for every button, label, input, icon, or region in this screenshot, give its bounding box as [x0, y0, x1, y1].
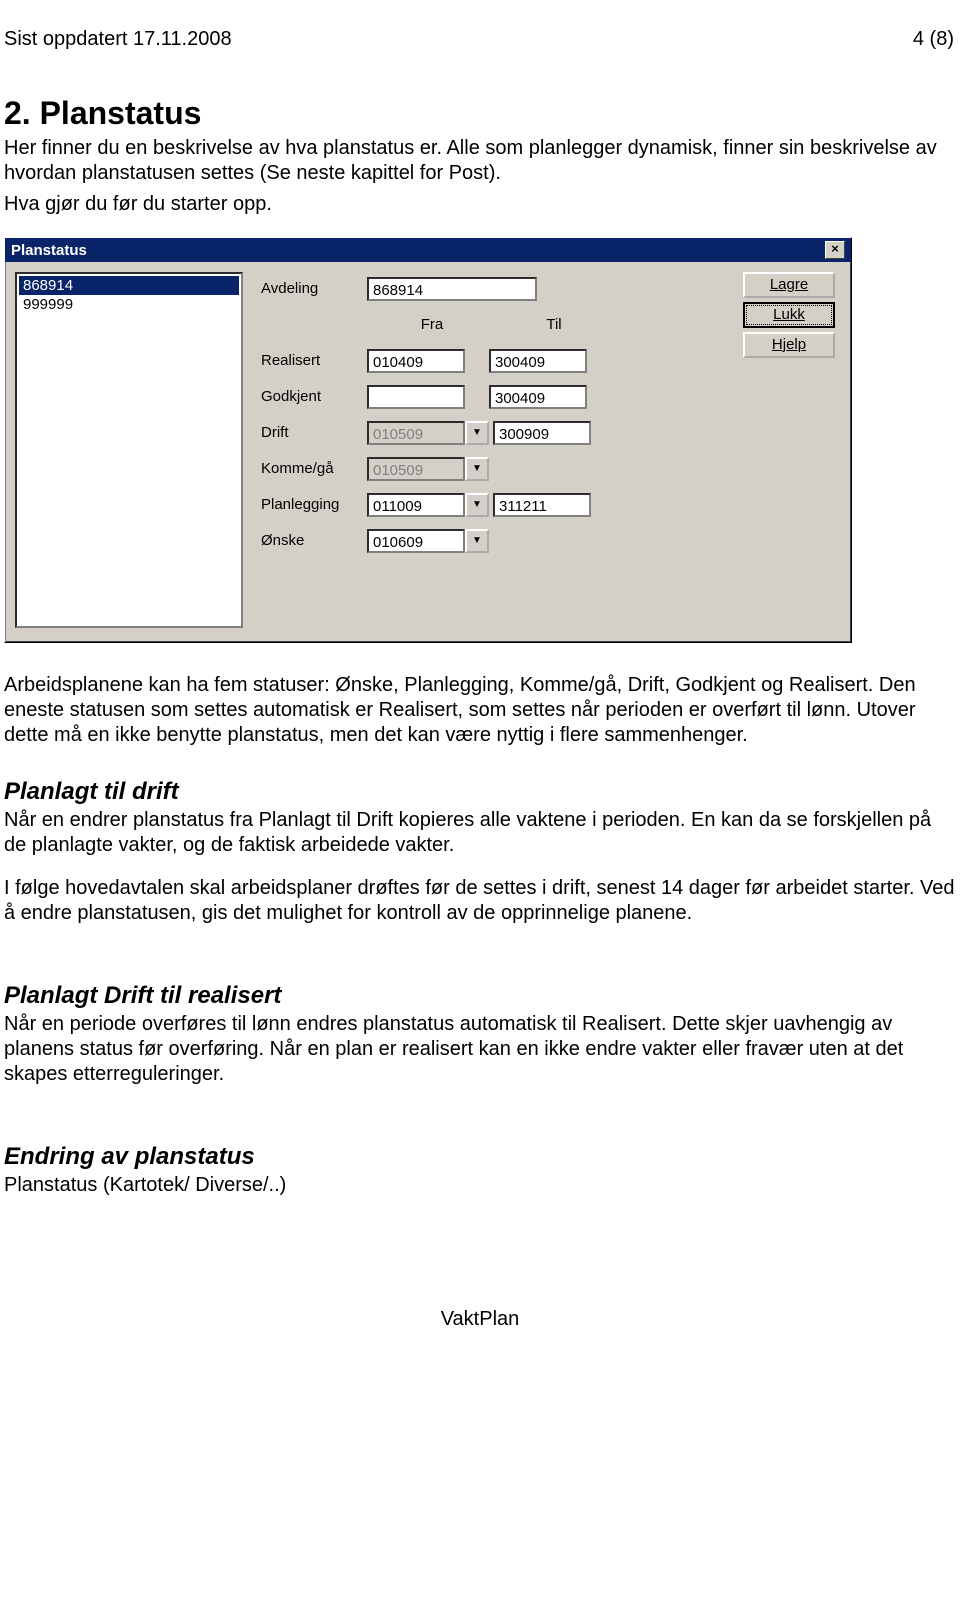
input-onske-fra[interactable]: 010609: [367, 529, 465, 553]
drift-p2: I følge hovedavtalen skal arbeidsplaner …: [4, 876, 956, 926]
input-avdeling[interactable]: 868914: [367, 277, 537, 301]
label-avdeling: Avdeling: [261, 280, 367, 297]
planstatus-dialog-image: Planstatus × 868914 999999 Lagre Lukk Hj…: [4, 237, 852, 643]
input-godkjent-fra[interactable]: [367, 385, 465, 409]
dialog-title-text: Planstatus: [11, 242, 87, 259]
chevron-down-icon[interactable]: ▼: [465, 529, 489, 553]
heading-planlagt-realisert: Planlagt Drift til realisert: [4, 982, 956, 1010]
close-button[interactable]: Lukk: [743, 302, 835, 328]
label-onske: Ønske: [261, 532, 367, 549]
input-realisert-til[interactable]: 300409: [489, 349, 587, 373]
input-drift-til[interactable]: 300909: [493, 421, 591, 445]
section-p2: Hva gjør du før du starter opp.: [4, 192, 956, 217]
input-kommega-fra: 010509: [367, 457, 465, 481]
chevron-down-icon[interactable]: ▼: [465, 421, 489, 445]
label-godkjent: Godkjent: [261, 388, 367, 405]
col-til: Til: [493, 316, 615, 333]
close-icon[interactable]: ×: [825, 241, 845, 259]
form-area: Lagre Lukk Hjelp Avdeling 868914 Fra Til: [261, 272, 841, 628]
planstatus-dialog: Planstatus × 868914 999999 Lagre Lukk Hj…: [4, 237, 852, 643]
help-button[interactable]: Hjelp: [743, 332, 835, 358]
avdeling-listbox[interactable]: 868914 999999: [15, 272, 243, 628]
input-godkjent-til[interactable]: 300409: [489, 385, 587, 409]
list-item[interactable]: 868914: [19, 276, 239, 295]
label-drift: Drift: [261, 424, 367, 441]
header-right: 4 (8): [913, 28, 954, 51]
heading-endring: Endring av planstatus: [4, 1143, 956, 1171]
real-p1: Når en periode overføres til lønn endres…: [4, 1012, 956, 1087]
header-left: Sist oppdatert 17.11.2008: [4, 28, 232, 51]
chevron-down-icon[interactable]: ▼: [465, 457, 489, 481]
endr-p1: Planstatus (Kartotek/ Diverse/..): [4, 1173, 956, 1198]
list-item[interactable]: 999999: [19, 295, 239, 314]
footer-text: VaktPlan: [0, 1308, 960, 1331]
chevron-down-icon[interactable]: ▼: [465, 493, 489, 517]
input-planlegging-fra[interactable]: 011009: [367, 493, 465, 517]
dialog-titlebar: Planstatus ×: [5, 238, 851, 262]
input-realisert-fra[interactable]: 010409: [367, 349, 465, 373]
drift-p1: Når en endrer planstatus fra Planlagt ti…: [4, 808, 956, 858]
input-planlegging-til[interactable]: 311211: [493, 493, 591, 517]
label-planlegging: Planlegging: [261, 496, 367, 513]
body2-p1: Arbeidsplanene kan ha fem statuser: Ønsk…: [4, 673, 956, 748]
section-title: 2. Planstatus: [4, 95, 960, 132]
heading-planlagt-drift: Planlagt til drift: [4, 778, 956, 806]
input-drift-fra: 010509: [367, 421, 465, 445]
label-realisert: Realisert: [261, 352, 367, 369]
save-button[interactable]: Lagre: [743, 272, 835, 298]
label-kommega: Komme/gå: [261, 460, 367, 477]
section-p1: Her finner du en beskrivelse av hva plan…: [4, 136, 956, 186]
col-fra: Fra: [371, 316, 493, 333]
